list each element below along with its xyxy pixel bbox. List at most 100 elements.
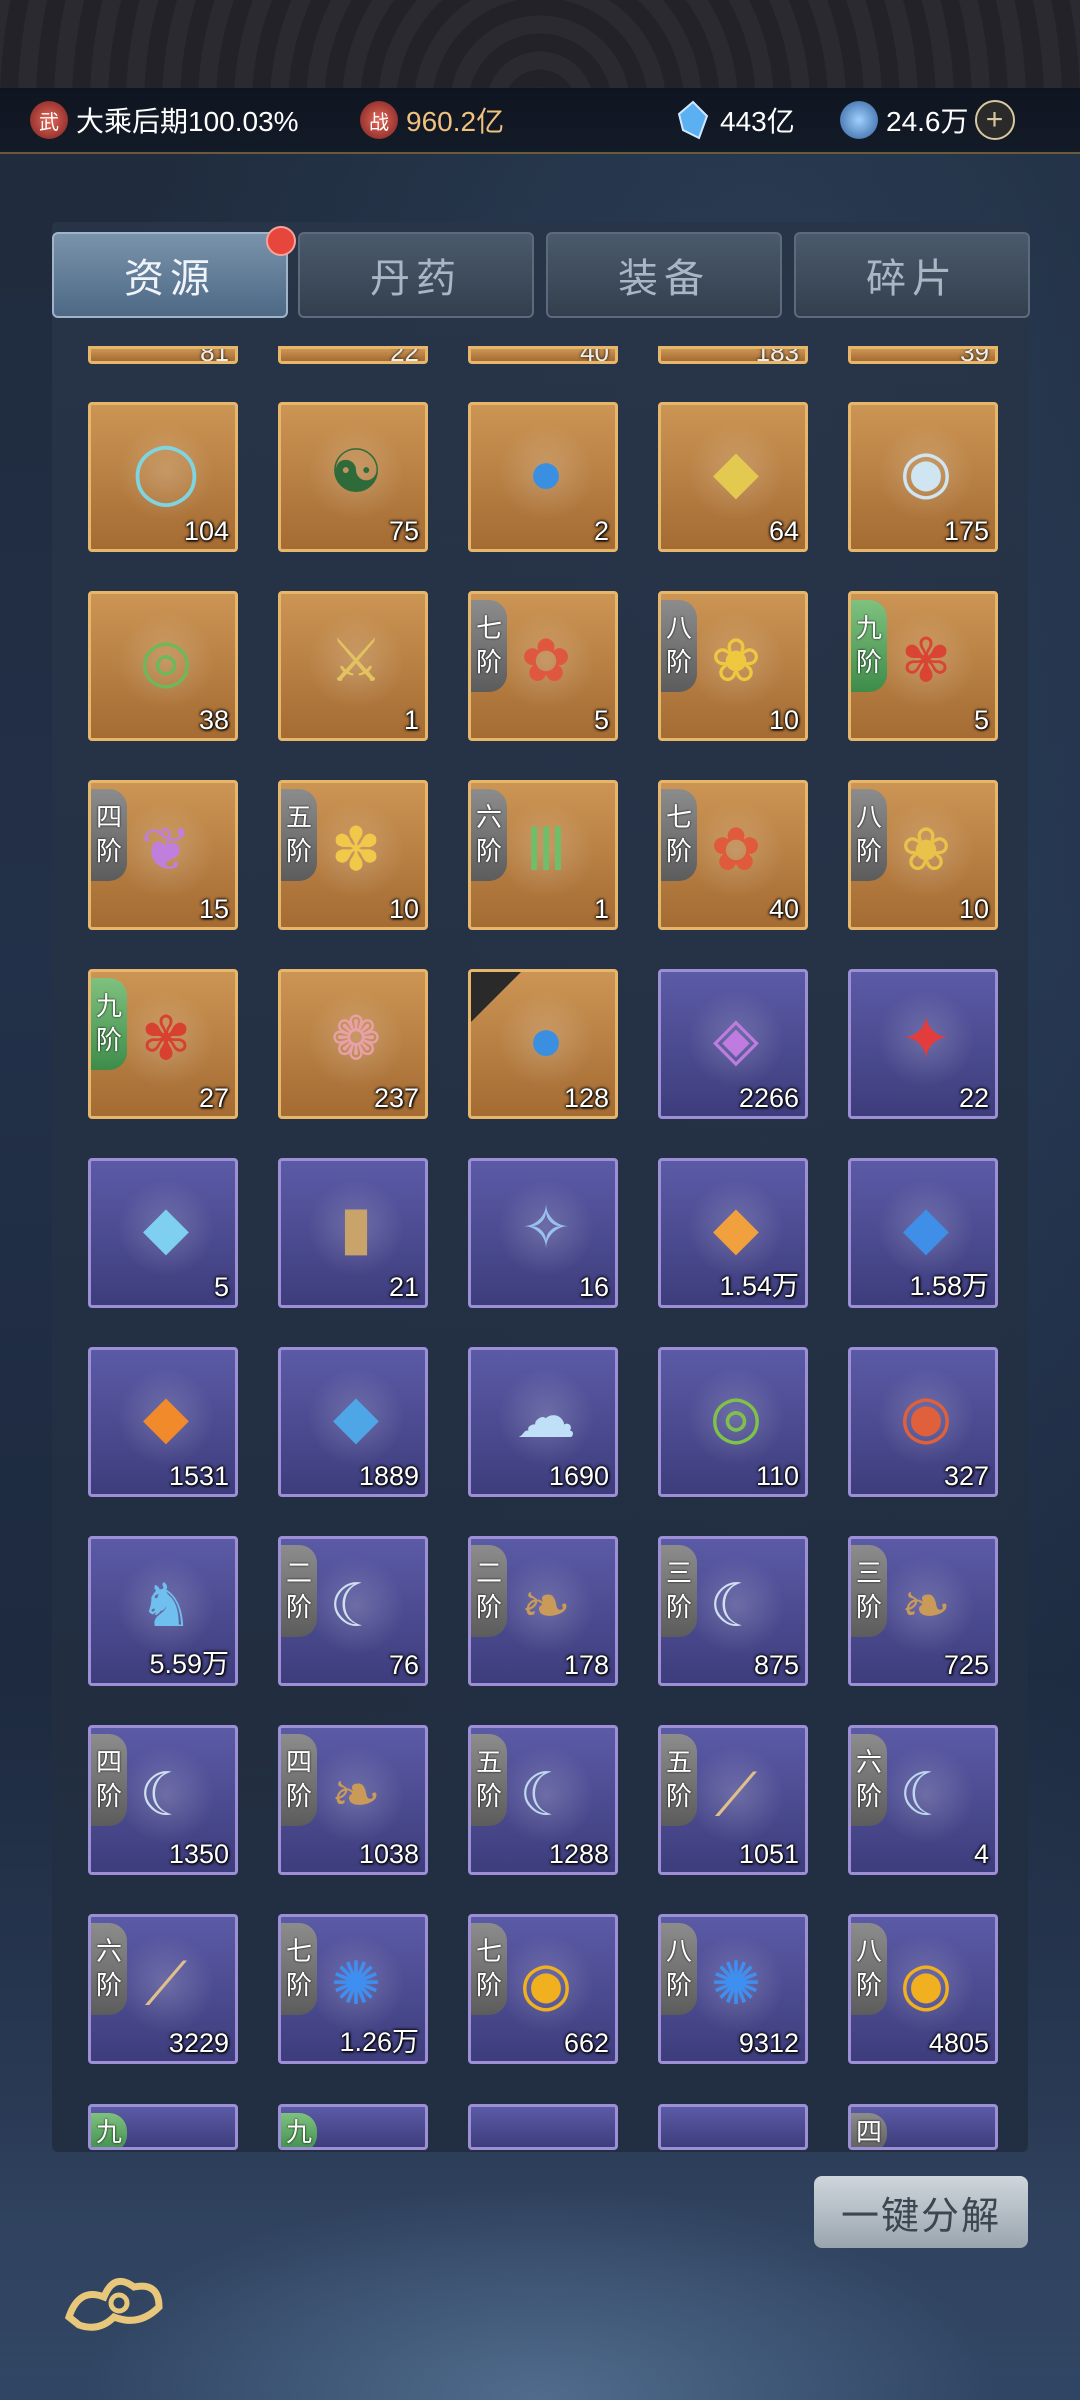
inventory-slot[interactable]: ☾ 五阶 1288	[468, 1725, 618, 1875]
tier-badge: 六阶	[91, 1923, 127, 2015]
inventory-slot[interactable]: Ⅲ六阶 1	[468, 780, 618, 930]
inventory-slot[interactable]: ◆ 1.58万	[848, 1158, 998, 1308]
claw-icon: ☾	[687, 1557, 785, 1655]
inventory-slot[interactable]: ✺ 七阶 1.26万	[278, 1914, 428, 2064]
item-count: 40	[580, 346, 609, 364]
item-count: 10	[768, 705, 799, 735]
tier-badge: 三阶	[661, 1545, 697, 1637]
inventory-slot[interactable]: ☁ 1690	[468, 1347, 618, 1497]
inventory-slot[interactable]: ✿ 七阶 5	[468, 591, 618, 741]
battle-seal-icon: 战	[360, 101, 398, 139]
notification-dot	[266, 226, 296, 256]
item-count: 1038	[358, 1839, 419, 1869]
cloud-menu-icon[interactable]	[52, 2262, 176, 2342]
inventory-slot[interactable]: ✧ 16	[468, 1158, 618, 1308]
inventory-slot-partial[interactable]: 九	[88, 2104, 238, 2150]
inventory-slot[interactable]: ❧ 四阶 1038	[278, 1725, 428, 1875]
fur-icon: ❧	[497, 1557, 595, 1655]
mirror-icon: ◈	[687, 990, 785, 1088]
tier-badge: 五阶	[471, 1734, 507, 1826]
inventory-slot-partial[interactable]: 81	[88, 346, 238, 364]
inventory-slot[interactable]: ⟋ 五阶 1051	[658, 1725, 808, 1875]
claw-icon: ☾	[117, 1746, 215, 1844]
orange-rune-stone-icon: ◆	[687, 1179, 785, 1277]
inventory-slot[interactable]: ✾ 九阶 5	[848, 591, 998, 741]
top-decor-band	[0, 0, 1080, 88]
jade-ring-icon: ◯	[117, 423, 215, 521]
inventory-slot[interactable]: ✽ 五阶 10	[278, 780, 428, 930]
inventory-slot[interactable]: ◎ 38	[88, 591, 238, 741]
tab-label: 装备	[618, 256, 710, 302]
inventory-slot-partial[interactable]: 22	[278, 346, 428, 364]
inventory-slot[interactable]: ☾ 三阶 875	[658, 1536, 808, 1686]
tab-pills[interactable]: 丹药	[298, 232, 534, 318]
item-count: 1	[593, 894, 609, 924]
add-coin-button[interactable]: +	[974, 100, 1015, 140]
coin-stat: 24.6万 +	[840, 100, 1015, 140]
tab-equipment[interactable]: 装备	[546, 232, 782, 318]
inventory-slot[interactable]: ▮ 21	[278, 1158, 428, 1308]
item-count: 4805	[928, 2028, 989, 2058]
inventory-slot-partial[interactable]: 183	[658, 346, 808, 364]
inventory-slot[interactable]: ● 2	[468, 402, 618, 552]
one-click-decompose-button[interactable]: 一键分解	[814, 2176, 1028, 2248]
item-count: 183	[755, 346, 799, 364]
item-count: 9312	[738, 2028, 799, 2058]
inventory-slot[interactable]: ❦ 四阶 15	[88, 780, 238, 930]
tier-badge: 六阶	[471, 789, 507, 881]
tab-resources[interactable]: 资源	[52, 226, 296, 318]
inventory-slot[interactable]: ☾ 四阶 1350	[88, 1725, 238, 1875]
inventory-slot[interactable]: ✾ 九阶 27	[88, 969, 238, 1119]
item-count: 2266	[738, 1083, 799, 1113]
tab-fragments[interactable]: 碎片	[794, 232, 1030, 318]
red-tree-pot-icon: ✾	[877, 612, 975, 710]
blue-flame-spirit-icon: ✺	[687, 1935, 785, 2033]
green-swirl-icon: ◎	[687, 1368, 785, 1466]
inventory-slot[interactable]: ❁ 237	[278, 969, 428, 1119]
inventory-slot[interactable]: ❀ 八阶 10	[848, 780, 998, 930]
scroll-icon: ✧	[497, 1179, 595, 1277]
inventory-slot[interactable]: ❀ 八阶 10	[658, 591, 808, 741]
tier-badge: 七阶	[281, 1923, 317, 2015]
inventory-slot[interactable]: ◉ 175	[848, 402, 998, 552]
item-count: 1350	[168, 1839, 229, 1869]
spirit-deer-icon: ♞	[117, 1557, 215, 1655]
fur-icon: ❧	[877, 1557, 975, 1655]
item-count: 27	[198, 1083, 229, 1113]
fur-icon: ❧	[307, 1746, 405, 1844]
inventory-slot[interactable]: ◈ 2266	[658, 969, 808, 1119]
inventory-slot-partial[interactable]	[468, 2104, 618, 2150]
inventory-slot-partial[interactable]: 40	[468, 346, 618, 364]
inventory-slot-partial[interactable]	[658, 2104, 808, 2150]
inventory-slot-partial[interactable]: 九	[278, 2104, 428, 2150]
inventory-slot[interactable]: ◆ 1.54万	[658, 1158, 808, 1308]
inventory-slot[interactable]: ✺ 八阶 9312	[658, 1914, 808, 2064]
inventory-slot[interactable]: ◉ 327	[848, 1347, 998, 1497]
inventory-slot[interactable]: ◆ 1531	[88, 1347, 238, 1497]
item-count: 725	[943, 1650, 989, 1680]
inventory-slot[interactable]: ☯ 75	[278, 402, 428, 552]
inventory-slot[interactable]: ◆ 5	[88, 1158, 238, 1308]
inventory-slot[interactable]: ☾ 六阶 4	[848, 1725, 998, 1875]
inventory-slot[interactable]: ❧ 三阶 725	[848, 1536, 998, 1686]
inventory-slot[interactable]: ✿ 七阶 40	[658, 780, 808, 930]
inventory-slot[interactable]: ❧ 二阶 178	[468, 1536, 618, 1686]
inventory-slot[interactable]: ◉ 七阶 662	[468, 1914, 618, 2064]
inventory-slot-partial[interactable]: 四	[848, 2104, 998, 2150]
inventory-slot-partial[interactable]: 39	[848, 346, 998, 364]
inventory-slot[interactable]: ◯ 104	[88, 402, 238, 552]
inventory-slot[interactable]: ◉ 八阶 4805	[848, 1914, 998, 2064]
inventory-slot[interactable]: ☾ 二阶 76	[278, 1536, 428, 1686]
purple-herb-icon: ❦	[117, 801, 215, 899]
inventory-slot[interactable]: ◎ 110	[658, 1347, 808, 1497]
inventory-slot[interactable]: ⟋ 六阶 3229	[88, 1914, 238, 2064]
item-count: 1.58万	[909, 1271, 989, 1301]
inventory-slot[interactable]: ◆ 1889	[278, 1347, 428, 1497]
inventory-slot[interactable]: ♞ 5.59万	[88, 1536, 238, 1686]
inventory-slot[interactable]: ⚔ 1	[278, 591, 428, 741]
realm-stat: 武 大乘后期100.03%	[30, 100, 299, 140]
inventory-slot[interactable]: ◆ 64	[658, 402, 808, 552]
item-count: 128	[563, 1083, 609, 1113]
inventory-slot[interactable]: ● 128	[468, 969, 618, 1119]
inventory-slot[interactable]: ✦ 22	[848, 969, 998, 1119]
